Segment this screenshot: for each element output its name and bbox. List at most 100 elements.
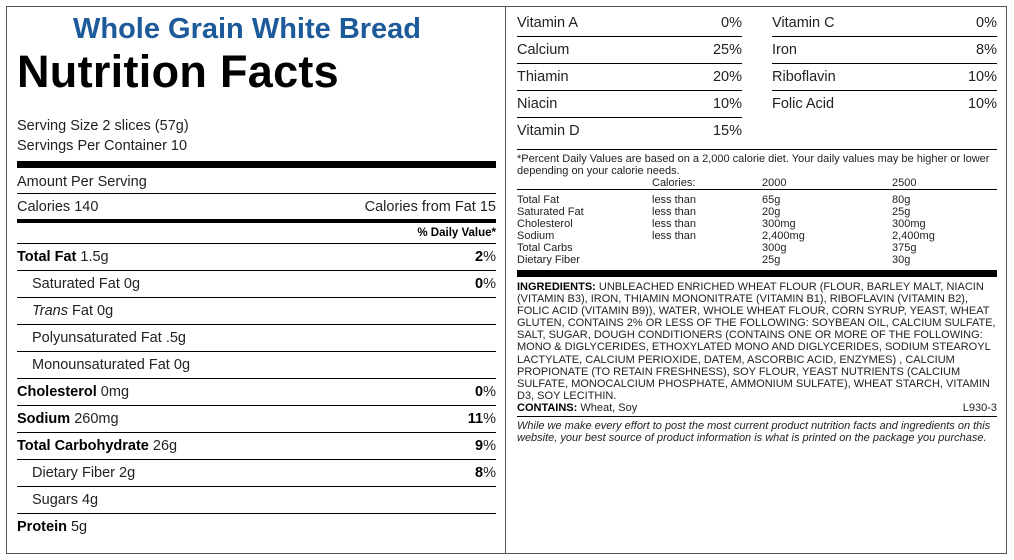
vitamin-name: Folic Acid: [772, 96, 835, 112]
table-cell: Total Fat: [517, 194, 560, 206]
vitamin-row: Iron 8%: [772, 37, 997, 64]
nutrient-amount: 0mg: [100, 384, 130, 400]
daily-value-number: 9: [475, 438, 484, 454]
nutrient-amount: 26g: [152, 438, 178, 454]
nutrient-amount: 4g: [81, 492, 99, 508]
vitamin-name: Calcium: [517, 42, 570, 58]
percent-sign: %: [483, 465, 496, 481]
nutrient-name: Sugars: [32, 492, 78, 508]
ingredients-text: UNBLEACHED ENRICHED WHEAT FLOUR (FLOUR, …: [517, 281, 996, 402]
vitamin-name: Vitamin A: [517, 15, 578, 31]
amount-per-serving: Amount Per Serving: [17, 174, 147, 190]
thin-rule: [517, 149, 997, 150]
daily-value: 2%: [475, 249, 496, 265]
vitamin-column-left: Vitamin A 0% Calcium 25% Thiamin 20% Niacin 10%…: [517, 10, 742, 144]
vitamin-column-right: Vitamin C 0% Iron 8% Riboflavin 10% Folic Acid…: [772, 10, 997, 144]
vitamin-value: 0%: [721, 15, 742, 31]
nutrient-list: Total Fat 1.5g 2% Saturated Fat 0g 0% Trans …: [17, 244, 496, 540]
nutrient-amount: Fat 0g: [72, 303, 114, 319]
table-cell: Sodium: [517, 230, 555, 242]
daily-value-number: 8: [475, 465, 484, 481]
table-cell: Total Carbs: [517, 242, 573, 254]
table-header-row: Calories: 2000 2500: [517, 177, 997, 190]
daily-value: 9%: [475, 438, 496, 454]
table-cell: less than: [652, 194, 697, 206]
table-cell: 30g: [892, 254, 911, 266]
table-header-cell: 2500: [892, 177, 917, 189]
table-cell: 20g: [762, 206, 781, 218]
vitamin-row: Vitamin A 0%: [517, 10, 742, 37]
daily-value: 0%: [475, 384, 496, 400]
nutrient-name: Dietary Fiber: [32, 465, 115, 481]
table-cell: 2,400mg: [892, 230, 935, 242]
table-header-cell: 2000: [762, 177, 787, 189]
table-cell: 25g: [762, 254, 781, 266]
nutrient-name: Monounsaturated Fat: [32, 357, 170, 373]
table-cell: 65g: [762, 194, 781, 206]
nutrient-name: Polyunsaturated Fat: [32, 330, 162, 346]
daily-value: 0%: [475, 276, 496, 292]
vitamin-value: 25%: [712, 42, 742, 58]
table-cell: [652, 242, 762, 254]
nutrient-label: Sugars 4g: [32, 492, 98, 508]
vitamin-name: Riboflavin: [772, 69, 836, 85]
percent-sign: %: [483, 411, 496, 427]
info-panel: Vitamin A 0% Calcium 25% Thiamin 20% Niacin 10%…: [517, 10, 997, 444]
daily-value-number: 2: [475, 249, 484, 265]
table-row: Total Carbs 300g 375g: [517, 242, 997, 254]
nutrient-row: Trans Fat 0g: [17, 298, 496, 325]
vitamin-name: Iron: [772, 42, 797, 58]
percent-sign: %: [483, 249, 496, 265]
table-row: Sodium less than 2,400mg 2,400mg: [517, 230, 997, 242]
nutrient-amount: 0g: [173, 357, 191, 373]
table-cell: Cholesterol: [517, 218, 573, 230]
nutrient-label: Total Fat 1.5g: [17, 249, 109, 265]
nutrient-label: Trans Fat 0g: [32, 303, 113, 319]
vitamin-row: Vitamin C 0%: [772, 10, 997, 37]
table-header-cell: Calories:: [652, 177, 696, 189]
vitamin-value: 20%: [712, 69, 742, 85]
nutrient-name: Total Fat: [17, 249, 77, 265]
nutrient-name: Trans: [32, 303, 68, 319]
nutrient-row: Sugars 4g: [17, 487, 496, 514]
table-row: Total Fat less than 65g 80g: [517, 194, 997, 206]
nutrient-label: Polyunsaturated Fat .5g: [32, 330, 186, 346]
nutrient-row: Sodium 260mg 11%: [17, 406, 496, 433]
daily-value-number: 11: [467, 411, 484, 427]
nutrient-amount: 0g: [123, 276, 141, 292]
nutrient-name: Cholesterol: [17, 384, 97, 400]
table-header-cell: [517, 177, 652, 189]
vitamin-value: 8%: [976, 42, 997, 58]
table-cell: 2,400mg: [762, 230, 805, 242]
nutrient-row: Protein 5g: [17, 514, 496, 540]
serving-size: Serving Size 2 slices (57g): [17, 118, 189, 134]
calories-from-fat: Calories from Fat 15: [364, 198, 496, 215]
panel-title: Nutrition Facts: [17, 46, 340, 97]
nutrient-amount: 1.5g: [80, 249, 109, 265]
table-row: Cholesterol less than 300mg 300mg: [517, 218, 997, 230]
vitamin-row: Niacin 10%: [517, 91, 742, 118]
nutrient-amount: 260mg: [74, 411, 119, 427]
nutrient-row: Total Fat 1.5g 2%: [17, 244, 496, 271]
nutrient-label: Total Carbohydrate 26g: [17, 438, 177, 454]
table-cell: less than: [652, 218, 697, 230]
nutrient-row: Monounsaturated Fat 0g: [17, 352, 496, 379]
vitamin-row: Riboflavin 10%: [772, 64, 997, 91]
vitamin-row: Thiamin 20%: [517, 64, 742, 91]
contains-label: CONTAINS:: [517, 401, 578, 414]
footnote: *Percent Daily Values are based on a 2,0…: [517, 153, 990, 177]
nutrient-label: Dietary Fiber 2g: [32, 465, 135, 481]
table-cell: less than: [652, 206, 697, 218]
disclaimer: While we make every effort to post the m…: [517, 420, 991, 445]
vitamin-value: 10%: [967, 96, 997, 112]
daily-value-number: 0: [475, 384, 484, 400]
table-cell: 300mg: [892, 218, 926, 230]
nutrient-name: Sodium: [17, 411, 71, 427]
column-divider: [505, 6, 506, 554]
product-code: L930-3: [962, 401, 997, 414]
vitamin-name: Vitamin C: [772, 15, 835, 31]
amount-per-serving-row: Amount Per Serving: [17, 171, 496, 193]
nutrient-row: Saturated Fat 0g 0%: [17, 271, 496, 298]
daily-value: 11%: [468, 411, 496, 427]
nutrient-amount: .5g: [165, 330, 186, 346]
